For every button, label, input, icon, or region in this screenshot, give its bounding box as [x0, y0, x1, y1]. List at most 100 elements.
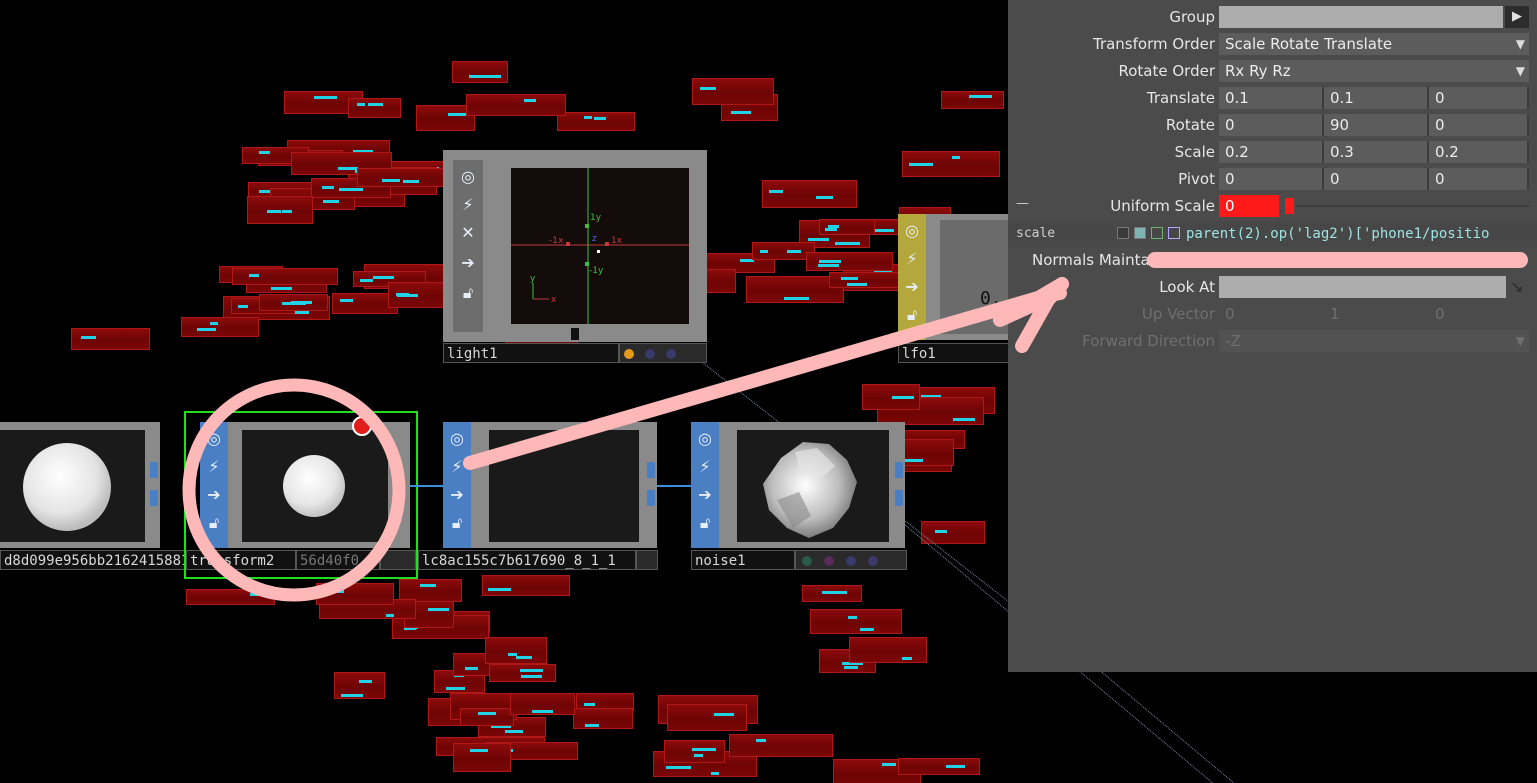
node-lfo1-label[interactable]: lfo1 [898, 343, 1010, 363]
node-transform2-label[interactable]: transform2 [186, 550, 296, 570]
axis-label: y [530, 274, 536, 284]
up-vector-y-field[interactable]: 1 [1324, 303, 1429, 325]
export-mode-icon[interactable] [1151, 227, 1163, 239]
background-node-tile [862, 384, 920, 410]
node-left-label[interactable]: d8d099e956bb2162415881 [0, 550, 185, 570]
uniform-scale-slider-handle[interactable] [1285, 198, 1294, 214]
parameter-panel[interactable]: Group ▶ Transform Order Scale Rotate Tra… [1008, 0, 1537, 672]
bypass-icon[interactable]: ⚡ [902, 248, 922, 270]
param-scale: Scale 0.2 0.3 0.2 [1008, 140, 1537, 164]
param-label: Rotate Order [1118, 62, 1215, 80]
lock-icon[interactable]: 🔓︎ [458, 282, 478, 304]
node-middle-label[interactable]: lc8ac155c7b617690_8_1_1 [418, 550, 636, 570]
node-output-port[interactable] [150, 490, 158, 506]
node-flags[interactable] [380, 550, 416, 570]
param-label: Normals Maintain [1032, 251, 1164, 269]
node-viewer [489, 430, 639, 542]
background-node-tile [819, 219, 875, 235]
node-noise1[interactable]: ◎ ⚡ ➔ 🔓︎ [691, 422, 905, 548]
uniform-scale-field[interactable]: 0 [1219, 195, 1279, 217]
node-transform2[interactable]: ◎ ⚡ ➔ 🔓︎ [200, 422, 410, 548]
drag-arrow-icon[interactable]: ↘ [1510, 277, 1523, 296]
param-label: Look At [1159, 278, 1215, 296]
rotate-order-menu[interactable]: Rx Ry Rz ▼ [1219, 60, 1529, 82]
scale-z-field[interactable]: 0.2 [1429, 141, 1529, 163]
bypass-icon[interactable]: ⚡ [447, 456, 467, 478]
node-output-port[interactable] [647, 490, 655, 506]
rotate-x-field[interactable]: 0 [1219, 114, 1324, 136]
node-light1-label[interactable]: light1 [443, 343, 619, 363]
up-vector-z-field[interactable]: 0 [1429, 303, 1529, 325]
axis-label: -1y [589, 266, 604, 276]
display-flag-icon[interactable]: ➔ [695, 484, 715, 506]
node-middle[interactable]: ◎ ⚡ ➔ 🔓︎ [443, 422, 657, 548]
scale-x-field[interactable]: 0.2 [1219, 141, 1324, 163]
param-label: Pivot [1178, 170, 1215, 188]
background-node-tile [667, 704, 747, 731]
pivot-y-field[interactable]: 0 [1324, 168, 1429, 190]
translate-x-field[interactable]: 0.1 [1219, 87, 1324, 109]
chevron-down-icon: ▼ [1515, 37, 1525, 51]
bypass-icon[interactable]: ⚡ [695, 456, 715, 478]
look-at-field[interactable] [1219, 276, 1506, 298]
node-flags[interactable] [619, 343, 707, 363]
background-node-tile [898, 758, 980, 775]
transform-order-menu[interactable]: Scale Rotate Translate ▼ [1219, 33, 1529, 55]
node-noise1-label[interactable]: noise1 [691, 550, 795, 570]
pivot-z-field[interactable]: 0 [1429, 168, 1529, 190]
translate-z-field[interactable]: 0 [1429, 87, 1529, 109]
forward-direction-menu[interactable]: -Z ▼ [1219, 330, 1529, 352]
uniform-scale-slider-track[interactable] [1296, 205, 1529, 207]
normals-toggle[interactable] [1219, 252, 1279, 268]
background-node-tile [849, 637, 927, 663]
node-flags[interactable] [795, 550, 907, 570]
pivot-x-field[interactable]: 0 [1219, 168, 1324, 190]
bypass-icon[interactable]: ⚡ [458, 194, 478, 216]
rotate-z-field[interactable]: 0 [1429, 114, 1529, 136]
node-output-port[interactable] [150, 462, 158, 478]
node-light1[interactable]: ◎ ⚡ ✕ ➔ 🔓︎ 1y -1x 1x z -1y y x [443, 150, 707, 342]
lock-icon[interactable]: 🔓︎ [695, 512, 715, 534]
param-label: Uniform Scale [1110, 197, 1215, 215]
close-icon[interactable]: ✕ [458, 222, 478, 244]
node-output-port[interactable] [647, 462, 655, 478]
axis-label: x [551, 295, 557, 305]
bind-mode-icon[interactable] [1168, 227, 1180, 239]
node-output-port[interactable] [895, 490, 903, 506]
viewer-toggle-icon[interactable]: ◎ [458, 166, 478, 188]
viewer-toggle-icon[interactable]: ◎ [447, 428, 467, 450]
background-node-tile [489, 664, 556, 682]
error-badge[interactable] [352, 416, 372, 436]
lock-icon[interactable]: 🔓︎ [204, 512, 224, 534]
node-toolbar: ◎ ⚡ ✕ ➔ 🔓︎ [453, 160, 483, 332]
scale-y-field[interactable]: 0.3 [1324, 141, 1429, 163]
scale-expression-field[interactable]: parent(2).op('lag2')['phone1/positio [1186, 223, 1529, 245]
group-go-button[interactable]: ▶ [1505, 6, 1529, 28]
bypass-icon[interactable]: ⚡ [204, 456, 224, 478]
display-flag-icon[interactable]: ➔ [447, 484, 467, 506]
display-flag-icon[interactable]: ➔ [458, 252, 478, 274]
expression-mode-icon[interactable] [1117, 227, 1129, 239]
noise-render [763, 442, 857, 538]
translate-y-field[interactable]: 0.1 [1324, 87, 1429, 109]
display-flag-icon[interactable]: ➔ [902, 276, 922, 298]
background-node-tile [729, 734, 833, 757]
group-field[interactable] [1219, 6, 1503, 28]
background-node-tile [557, 112, 635, 131]
node-flags[interactable] [636, 550, 658, 570]
node-lfo1[interactable]: ◎ ⚡ ➔ 🔓︎ 0. [898, 214, 1018, 340]
lock-icon[interactable]: 🔓︎ [902, 304, 922, 326]
node-output-port[interactable] [895, 462, 903, 478]
lock-icon[interactable]: 🔓︎ [447, 512, 467, 534]
up-vector-x-field[interactable]: 0 [1219, 303, 1324, 325]
expression-mode-icon[interactable] [1134, 227, 1146, 239]
viewer-toggle-icon[interactable]: ◎ [902, 220, 922, 242]
rotate-y-field[interactable]: 90 [1324, 114, 1429, 136]
viewer-toggle-icon[interactable]: ◎ [695, 428, 715, 450]
node-toolbar: ◎ ⚡ ➔ 🔓︎ [443, 422, 471, 548]
node-left-partial[interactable] [0, 422, 160, 548]
viewer-toggle-icon[interactable]: ◎ [204, 428, 224, 450]
collapse-marker[interactable]: — [1016, 196, 1029, 211]
display-flag-icon[interactable]: ➔ [204, 484, 224, 506]
param-forward-direction: Forward Direction -Z ▼ [1008, 329, 1537, 353]
